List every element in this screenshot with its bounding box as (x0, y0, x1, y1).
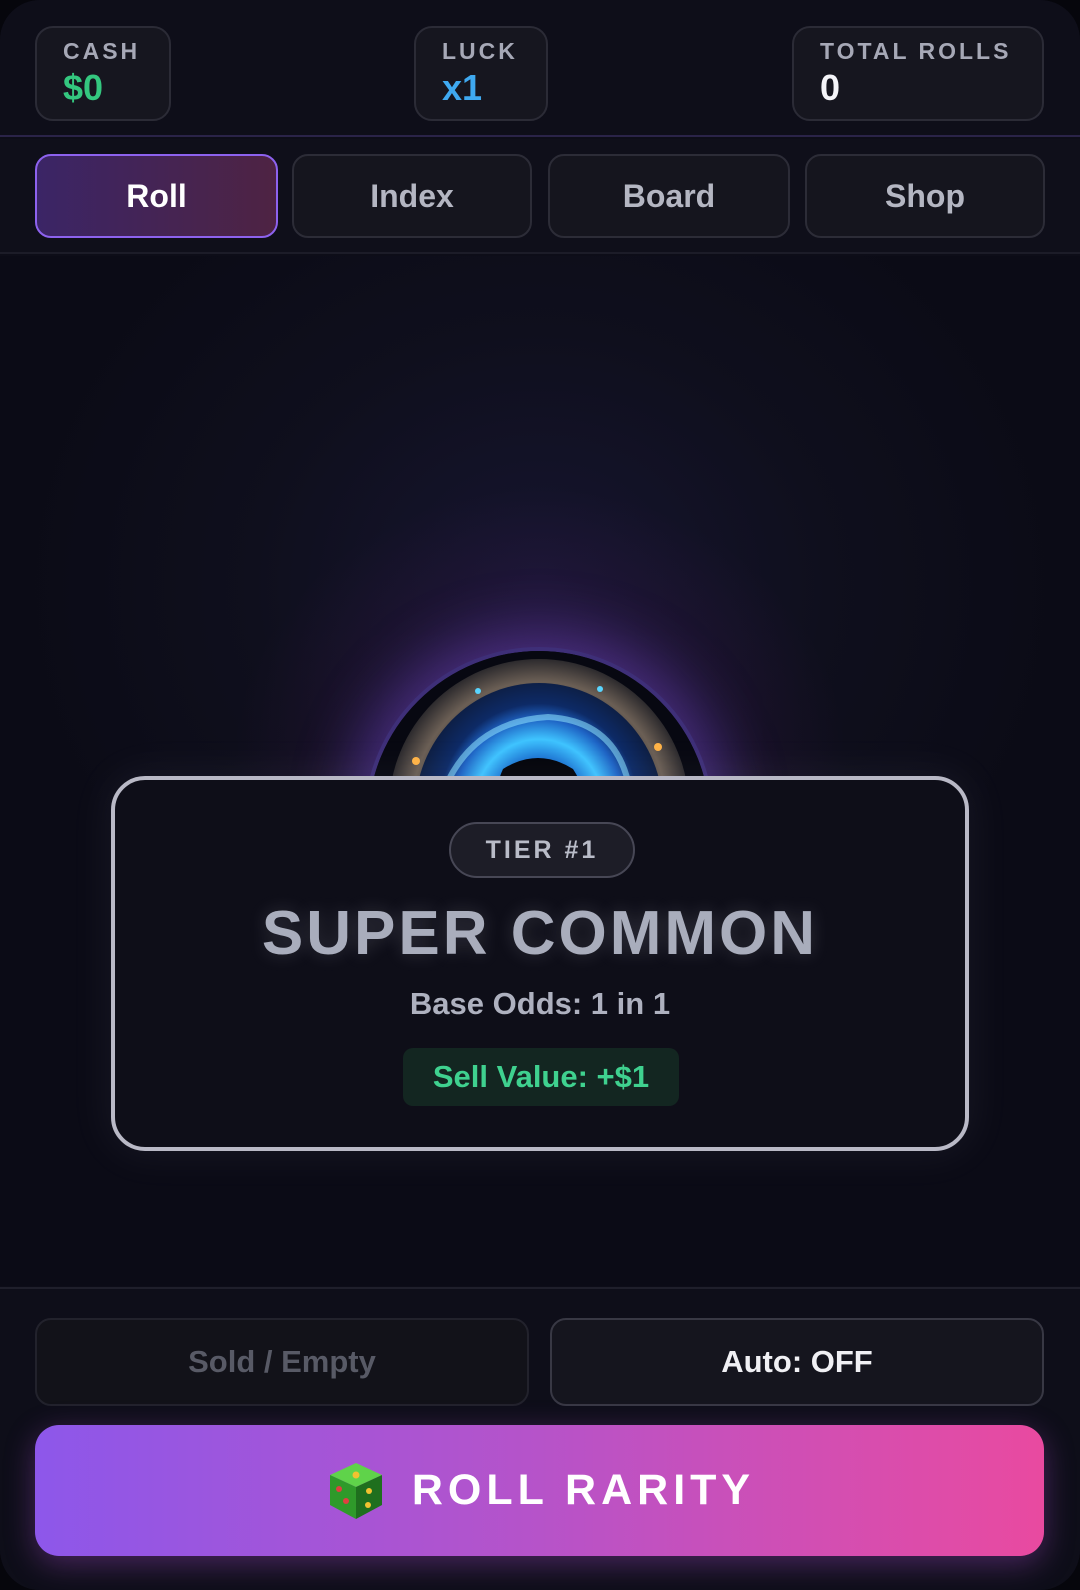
cash-value: $0 (63, 67, 104, 108)
total-rolls-label: TOTAL ROLLS (820, 38, 1012, 64)
luck-stat: LUCK x1 (414, 26, 548, 121)
total-rolls-stat: TOTAL ROLLS 0 (792, 26, 1044, 121)
dice-icon (329, 1462, 382, 1519)
tab-bar: Roll Index Board Shop (0, 139, 1080, 254)
luck-label: LUCK (442, 38, 518, 64)
sell-value-badge: Sell Value: +$1 (403, 1048, 679, 1106)
controls-panel: Sold / Empty Auto: OFF ROLL RARITY (0, 1287, 1080, 1590)
total-rolls-value: 0 (820, 67, 841, 108)
tab-board[interactable]: Board (548, 154, 790, 238)
cash-label: CASH (63, 38, 141, 64)
rarity-card: TIER #1 SUPER COMMON Base Odds: 1 in 1 S… (111, 776, 969, 1151)
auto-roll-toggle[interactable]: Auto: OFF (550, 1318, 1044, 1406)
sell-button[interactable]: Sold / Empty (35, 1318, 529, 1406)
cash-stat: CASH $0 (35, 26, 171, 121)
tab-shop[interactable]: Shop (805, 154, 1045, 238)
tab-index[interactable]: Index (292, 154, 532, 238)
app-root: CASH $0 LUCK x1 TOTAL ROLLS 0 Roll Index… (0, 0, 1080, 1590)
stats-header: CASH $0 LUCK x1 TOTAL ROLLS 0 (0, 0, 1080, 137)
rarity-name: SUPER COMMON (261, 899, 819, 968)
base-odds: Base Odds: 1 in 1 (409, 986, 671, 1021)
tier-badge: TIER #1 (449, 822, 635, 878)
luck-value: x1 (442, 67, 483, 108)
roll-rarity-label: ROLL RARITY (411, 1466, 756, 1514)
roll-rarity-button[interactable]: ROLL RARITY (35, 1425, 1044, 1556)
tab-roll[interactable]: Roll (35, 154, 278, 238)
